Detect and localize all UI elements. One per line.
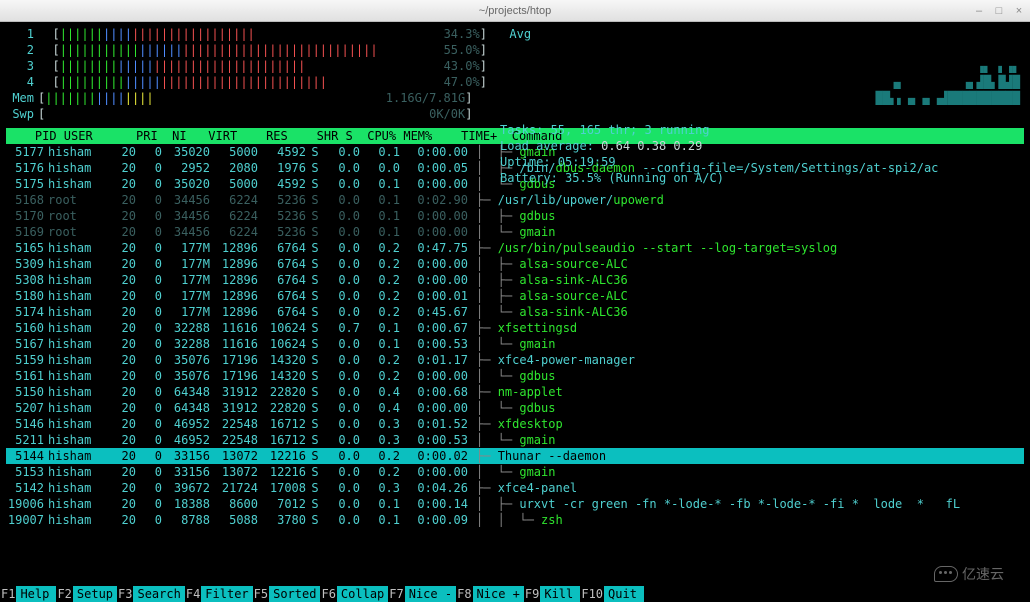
process-row[interactable]: 5160hisham200322881161610624S0.70.10:00.…: [6, 320, 1024, 336]
process-row[interactable]: 5165hisham200177M128966764S0.00.20:47.75…: [6, 240, 1024, 256]
process-row[interactable]: 5144hisham200331561307212216S0.00.20:00.…: [6, 448, 1024, 464]
uptime-row: Uptime: 05:19:59: [500, 154, 724, 170]
process-row[interactable]: 5161hisham200350761719614320S0.00.20:00.…: [6, 368, 1024, 384]
window-titlebar: ~/projects/htop – □ ×: [0, 0, 1030, 22]
process-row[interactable]: 5146hisham200469522254816712S0.00.30:01.…: [6, 416, 1024, 432]
process-row[interactable]: 5168root2003445662245236S0.00.10:02.90├─…: [6, 192, 1024, 208]
swap-meter-row: Swp[0K/0K]: [6, 106, 1024, 122]
mem-meter: Mem[|||||||||||||||1.16G/7.81G]Swp[0K/0K…: [6, 90, 1024, 122]
process-row[interactable]: 5308hisham200177M128966764S0.00.20:00.00…: [6, 272, 1024, 288]
speech-bubble-icon: [934, 566, 958, 582]
fkey-F6[interactable]: F6Collap: [320, 586, 388, 602]
process-row[interactable]: 5180hisham200177M128966764S0.00.20:00.01…: [6, 288, 1024, 304]
window-minimize-icon[interactable]: –: [972, 3, 986, 19]
loadavg-row: Load average: 0.64 0.38 0.29: [500, 138, 724, 154]
cpu-meter-3: 3 [||||||||||||||||||||||||||||||||||43.…: [6, 58, 1024, 74]
cpu-meter-4: 4 [|||||||||||||||||||||||||||||||||||||…: [6, 74, 1024, 90]
window-close-icon[interactable]: ×: [1012, 3, 1026, 19]
fkey-F9[interactable]: F9Kill: [524, 586, 580, 602]
fkey-F5[interactable]: F5Sorted: [253, 586, 321, 602]
window-maximize-icon[interactable]: □: [992, 3, 1006, 19]
watermark: 亿速云: [934, 566, 1004, 582]
process-row[interactable]: 5207hisham200643483191222820S0.00.40:00.…: [6, 400, 1024, 416]
process-list[interactable]: 5177hisham2003502050004592S0.00.10:00.00…: [6, 144, 1024, 528]
process-row[interactable]: 5309hisham200177M128966764S0.00.20:00.00…: [6, 256, 1024, 272]
avg-label: Avg: [495, 26, 531, 42]
battery-row: Battery: 35.5% (Running on A/C): [500, 170, 724, 186]
cpu-meters: 1 [|||||||||||||||||||||||||||34.3%] Avg…: [6, 26, 1024, 90]
process-row[interactable]: 5169root2003445662245236S0.00.10:00.00│ …: [6, 224, 1024, 240]
fkey-F8[interactable]: F8Nice +: [456, 586, 524, 602]
fkey-F2[interactable]: F2Setup: [56, 586, 117, 602]
tasks-row: Tasks: 55, 165 thr; 3 running: [500, 122, 724, 138]
function-key-bar: F1HelpF2SetupF3SearchF4FilterF5SortedF6C…: [0, 586, 1030, 602]
fkey-F10[interactable]: F10Quit: [580, 586, 644, 602]
process-row[interactable]: 19006hisham2001838886007012S0.00.10:00.1…: [6, 496, 1024, 512]
fkey-F1[interactable]: F1Help: [0, 586, 56, 602]
process-row[interactable]: 5174hisham200177M128966764S0.00.20:45.67…: [6, 304, 1024, 320]
window-title: ~/projects/htop: [479, 3, 551, 19]
terminal-area[interactable]: ▗▖ ▖▗▖ ▗▖ ▗▖▟█▖█▟█ ██▖▖▗▖▗▖▗▟██████████ …: [0, 22, 1030, 602]
fkey-F7[interactable]: F7Nice -: [388, 586, 456, 602]
process-row[interactable]: 5167hisham200322881161610624S0.00.10:00.…: [6, 336, 1024, 352]
process-row[interactable]: 5170root2003445662245236S0.00.10:00.00│ …: [6, 208, 1024, 224]
process-row[interactable]: 5153hisham200331561307212216S0.00.20:00.…: [6, 464, 1024, 480]
cpu-meter-2: 2 [|||||||||||||||||||||||||||||||||||||…: [6, 42, 1024, 58]
process-row[interactable]: 5211hisham200469522254816712S0.00.30:00.…: [6, 432, 1024, 448]
fkey-F3[interactable]: F3Search: [117, 586, 185, 602]
process-row[interactable]: 5142hisham200396722172417008S0.00.30:04.…: [6, 480, 1024, 496]
process-row[interactable]: 5150hisham200643483191222820S0.00.40:00.…: [6, 384, 1024, 400]
process-row[interactable]: 5159hisham200350761719614320S0.00.20:01.…: [6, 352, 1024, 368]
fkey-F4[interactable]: F4Filter: [185, 586, 253, 602]
cpu-meter-1: 1 [|||||||||||||||||||||||||||34.3%] Avg: [6, 26, 1024, 42]
ascii-graph: ▗▖ ▖▗▖ ▗▖ ▗▖▟█▖█▟█ ██▖▖▗▖▗▖▗▟██████████: [876, 58, 1021, 106]
mem-meter-row: Mem[|||||||||||||||1.16G/7.81G]: [6, 90, 1024, 106]
process-row[interactable]: 19007hisham200878850883780S0.00.10:00.09…: [6, 512, 1024, 528]
